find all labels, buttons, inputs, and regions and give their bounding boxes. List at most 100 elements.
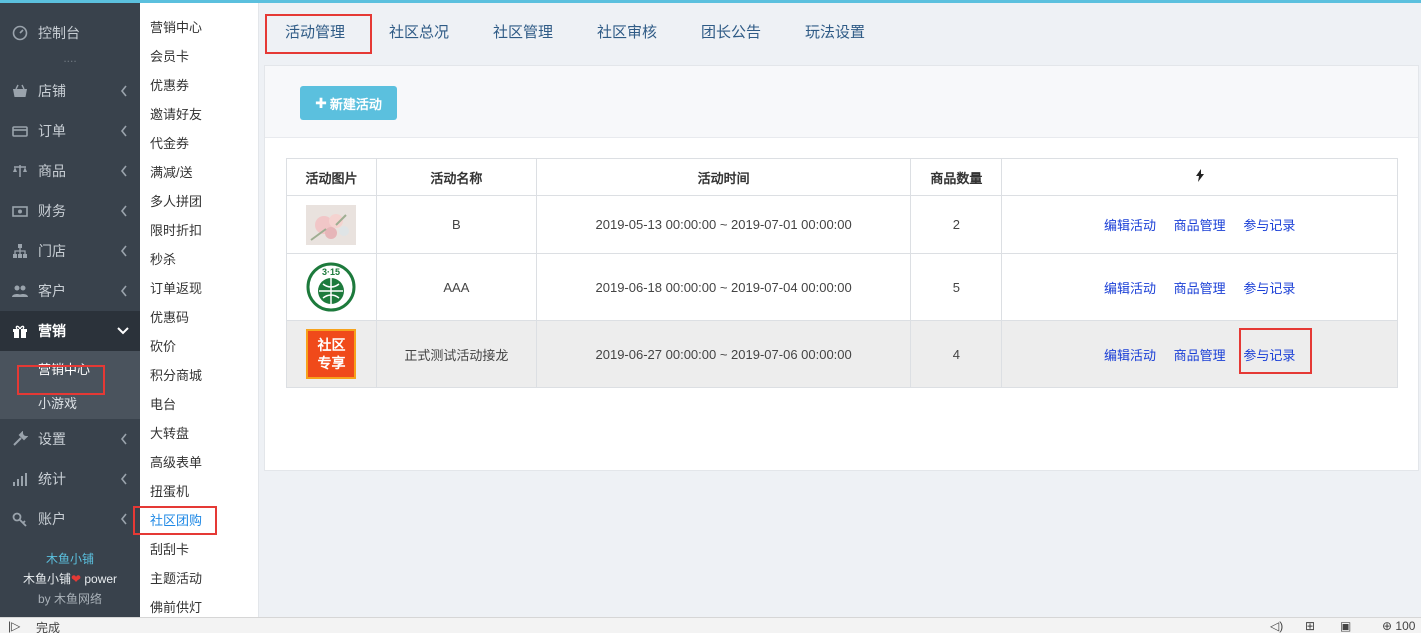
- column-header-count: 商品数量: [910, 158, 1003, 196]
- menu-item-voucher[interactable]: 代金券: [140, 129, 258, 158]
- sidebar-item-goods[interactable]: 商品: [0, 151, 140, 191]
- sidebar-item-label: 营销: [38, 323, 66, 339]
- sidebar-item-label: 门店: [38, 243, 66, 259]
- tab-gameplay-settings[interactable]: 玩法设置: [805, 13, 865, 53]
- menu-item-promo-code[interactable]: 优惠码: [140, 303, 258, 332]
- sitemap-icon: [13, 244, 27, 258]
- sidebar-item-dashboard[interactable]: 控制台: [0, 13, 140, 53]
- participation-records-link[interactable]: 参与记录: [1243, 281, 1295, 296]
- edit-activity-link[interactable]: 编辑活动: [1104, 281, 1156, 296]
- menu-item-bargain[interactable]: 砍价: [140, 332, 258, 361]
- cell-time: 2019-05-13 00:00:00 ~ 2019-07-01 00:00:0…: [535, 195, 912, 254]
- sidebar-item-customer[interactable]: 客户: [0, 271, 140, 311]
- window-icon[interactable]: ⊞: [1305, 619, 1315, 633]
- footer-by: by 木鱼网络: [37, 592, 102, 606]
- table-row: 社区 专享 正式测试活动接龙 2019-06-27 00:00:00 ~ 201…: [286, 320, 1398, 388]
- column-header-name: 活动名称: [375, 158, 537, 196]
- 315-logo-thumbnail: 3·15: [306, 262, 356, 312]
- sidebar-item-settings[interactable]: 设置: [0, 419, 140, 459]
- activity-panel: ✚ 新建活动 活动图片 活动名称 活动时间 商品数量 B 2019-05-13 …: [264, 65, 1419, 471]
- sidebar-subitem-label: 营销中心: [38, 361, 91, 377]
- participation-records-link[interactable]: 参与记录: [1243, 218, 1295, 233]
- goods-management-link[interactable]: 商品管理: [1174, 348, 1226, 363]
- goods-management-link[interactable]: 商品管理: [1174, 281, 1226, 296]
- thumb-text-2: 专享: [317, 355, 346, 371]
- tab-community-management[interactable]: 社区管理: [493, 13, 553, 53]
- menu-item-gashapon[interactable]: 扭蛋机: [140, 477, 258, 506]
- sidebar-item-marketing[interactable]: 营销: [0, 311, 140, 351]
- menu-item-theme-event[interactable]: 主题活动: [140, 564, 258, 593]
- tab-community-review[interactable]: 社区审核: [597, 13, 657, 53]
- sidebar-subitem-marketing-center[interactable]: 营销中心: [0, 351, 140, 385]
- menu-item-cashback[interactable]: 订单返现: [140, 274, 258, 303]
- sidebar-item-stats[interactable]: 统计: [0, 459, 140, 499]
- tab-leader-notice[interactable]: 团长公告: [701, 13, 761, 53]
- menu-item-points-mall[interactable]: 积分商城: [140, 361, 258, 390]
- cell-actions: 编辑活动 商品管理 参与记录: [1001, 253, 1398, 321]
- plus-icon: ✚: [315, 94, 327, 111]
- footer-power-prefix: 木鱼小铺: [22, 572, 71, 586]
- sidebar-item-account[interactable]: 账户: [0, 499, 140, 539]
- bar-signal-icon: [13, 473, 27, 486]
- chevron-left-icon: [120, 85, 127, 97]
- speaker-icon[interactable]: ◁): [1270, 619, 1283, 633]
- thumb-text-1: 社区: [317, 337, 346, 353]
- sidebar-item-finance[interactable]: 财务: [0, 191, 140, 231]
- edit-activity-link[interactable]: 编辑活动: [1104, 348, 1156, 363]
- sidebar-subitem-minigame[interactable]: 小游戏: [0, 385, 140, 419]
- menu-item-full-reduction[interactable]: 满减/送: [140, 158, 258, 187]
- browser-status-bar: |▷ 完成 ◁) ⊞ ▣ ⊕ 100: [0, 617, 1421, 633]
- marketing-menu: 营销中心 会员卡 优惠券 邀请好友 代金券 满减/送 多人拼团 限时折扣 秒杀 …: [140, 3, 259, 617]
- sidebar-item-shop[interactable]: 门店: [0, 231, 140, 271]
- column-header-time: 活动时间: [535, 158, 912, 196]
- sidebar-item-label: 商品: [38, 163, 66, 179]
- cell-image: 社区 专享: [286, 320, 377, 388]
- sidebar-footer: 木鱼小铺 木鱼小铺❤ power by 木鱼网络: [0, 549, 140, 609]
- footer-power: 木鱼小铺❤ power: [0, 569, 140, 589]
- cell-name: AAA: [375, 253, 537, 321]
- tab-activity-management[interactable]: 活动管理: [285, 13, 345, 53]
- new-activity-button[interactable]: ✚ 新建活动: [300, 86, 397, 120]
- scale-icon: [13, 165, 27, 177]
- menu-item-invite[interactable]: 邀请好友: [140, 100, 258, 129]
- menu-item-member-card[interactable]: 会员卡: [140, 42, 258, 71]
- cell-name: 正式测试活动接龙: [375, 320, 537, 388]
- menu-item-scratch-card[interactable]: 刮刮卡: [140, 535, 258, 564]
- new-activity-label: 新建活动: [329, 96, 382, 112]
- menu-item-flash-sale[interactable]: 秒杀: [140, 245, 258, 274]
- column-header-actions: [1001, 158, 1398, 196]
- menu-item-community-group-buy[interactable]: 社区团购: [140, 506, 258, 535]
- main-content: 活动管理 社区总况 社区管理 社区审核 团长公告 玩法设置 ✚ 新建活动 活动图…: [264, 3, 1419, 471]
- goods-management-link[interactable]: 商品管理: [1174, 218, 1226, 233]
- menu-item-coupon[interactable]: 优惠券: [140, 71, 258, 100]
- cell-count: 4: [910, 320, 1003, 388]
- sidebar-item-label: 统计: [38, 471, 66, 487]
- menu-item-marketing-center[interactable]: 营销中心: [140, 13, 258, 42]
- table-row: 3·15 AAA 2019-06-18 00:00:00 ~ 2019-07-0…: [286, 253, 1398, 321]
- menu-item-limited-discount[interactable]: 限时折扣: [140, 216, 258, 245]
- heart-icon: ❤: [70, 572, 82, 586]
- footer-power-suffix: power: [84, 572, 118, 586]
- sidebar-item-store[interactable]: 店铺: [0, 71, 140, 111]
- menu-item-wheel[interactable]: 大转盘: [140, 419, 258, 448]
- sidebar-item-order[interactable]: 订单: [0, 111, 140, 151]
- users-icon: [12, 285, 28, 297]
- edit-activity-link[interactable]: 编辑活动: [1104, 218, 1156, 233]
- footer-brand[interactable]: 木鱼小铺: [0, 549, 140, 569]
- activity-table: 活动图片 活动名称 活动时间 商品数量 B 2019-05-13 00:00:0…: [286, 158, 1398, 388]
- cell-image: [286, 195, 377, 254]
- adblock-icon[interactable]: ▣: [1340, 619, 1351, 633]
- table-header-row: 活动图片 活动名称 活动时间 商品数量: [286, 158, 1398, 196]
- tab-community-overview[interactable]: 社区总况: [389, 13, 449, 53]
- menu-item-advanced-form[interactable]: 高级表单: [140, 448, 258, 477]
- participation-records-link[interactable]: 参与记录: [1243, 348, 1295, 363]
- zoom-level: 100: [1395, 619, 1416, 633]
- store-icon: [13, 84, 27, 97]
- chevron-left-icon: [120, 513, 127, 525]
- chevron-left-icon: [120, 473, 127, 485]
- zoom-control[interactable]: ⊕ 100: [1382, 619, 1415, 633]
- sidebar-item-label: 店铺: [38, 83, 66, 99]
- menu-item-group-buy[interactable]: 多人拼团: [140, 187, 258, 216]
- menu-item-radio[interactable]: 电台: [140, 390, 258, 419]
- marketing-submenu: 营销中心 小游戏: [0, 351, 140, 419]
